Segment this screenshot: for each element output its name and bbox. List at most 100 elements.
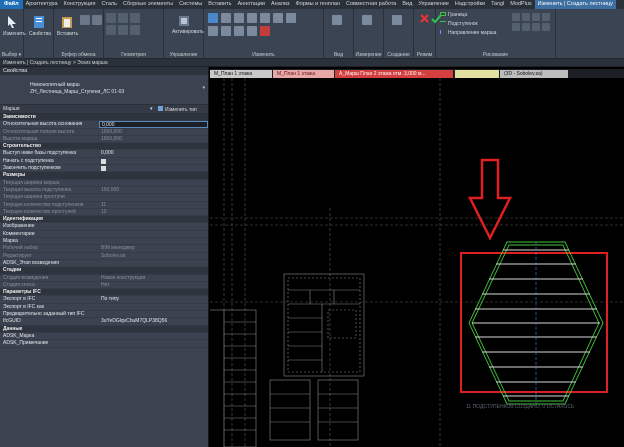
property-row[interactable]: Текущее количество подступенков 11 (0, 202, 208, 209)
trim-icon[interactable] (286, 13, 296, 23)
create-tools[interactable] (392, 15, 402, 27)
property-row[interactable]: IfcGUID 3uYeDGlqvChuM7QLP38Q56 (0, 318, 208, 326)
property-value[interactable]: 0,000 (99, 121, 208, 128)
modify-button[interactable]: Изменить (3, 15, 26, 37)
menu-item-7[interactable]: Аннотации (235, 0, 269, 9)
draw-path[interactable]: Направление марша (440, 29, 496, 38)
menu-item-12[interactable]: Управление (415, 0, 452, 9)
activate-button[interactable]: Активировать (172, 15, 204, 35)
draw-riser[interactable]: Подступенок (440, 20, 496, 29)
menu-item-3[interactable]: Сталь (98, 0, 120, 9)
menu-item-5[interactable]: Системы (176, 0, 205, 9)
clipboard-tools[interactable] (80, 15, 102, 25)
menu-item-1[interactable]: Архитектура (23, 0, 61, 9)
property-category[interactable]: Строительство (0, 143, 208, 151)
property-row[interactable]: ADSK_Марка (0, 333, 208, 341)
cut-geometry-icon[interactable] (118, 13, 128, 23)
property-value[interactable]: 3uYeDGlqvChuM7QLP38Q56 (99, 318, 208, 324)
property-row[interactable]: Текущая высота подступенка 150,000 (0, 187, 208, 195)
property-row[interactable]: Изображение (0, 223, 208, 231)
menu-item-8[interactable]: Анализ (268, 0, 293, 9)
split-face-icon[interactable] (106, 25, 116, 35)
property-category[interactable]: Параметры IFC (0, 289, 208, 297)
mirror-icon[interactable] (234, 13, 244, 23)
property-category[interactable]: Идентификация (0, 216, 208, 224)
view-tab-1[interactable]: М_План 1 этажа (273, 70, 334, 78)
property-value[interactable] (99, 158, 208, 164)
align-icon[interactable] (208, 13, 218, 23)
property-row[interactable]: Рабочий набор BIM менеджер (0, 245, 208, 253)
menu-item-6[interactable]: Вставить (205, 0, 234, 9)
pick-lines-icon[interactable] (532, 23, 540, 31)
filter-dropdown-icon[interactable]: ▾ (150, 106, 153, 112)
property-row[interactable]: Текущее количество проступей 10 (0, 209, 208, 217)
spline-icon[interactable] (522, 23, 530, 31)
property-category[interactable]: Данные (0, 325, 208, 333)
cancel-edit-icon[interactable] (419, 13, 430, 24)
menu-item-15[interactable]: ModPlus (507, 0, 534, 9)
menu-item-16[interactable]: Изменить | Создать лестницу (534, 0, 616, 9)
property-value[interactable] (99, 311, 208, 317)
property-row[interactable]: Редактирует Sobolev.sa (0, 253, 208, 260)
property-value[interactable]: По типу (99, 296, 208, 302)
array-icon[interactable] (221, 26, 231, 36)
view-tab-0[interactable]: М_План 1 этажа (210, 70, 272, 78)
property-row[interactable]: Текущая ширина марша (0, 180, 208, 187)
property-value[interactable] (99, 340, 208, 346)
copy-element-icon[interactable] (260, 13, 270, 23)
pin-icon[interactable] (247, 26, 257, 36)
join-icon[interactable] (130, 13, 140, 23)
drawing-svg[interactable]: 11 ПОДСТУПЕНКОВ СОЗДАНО, 0 ОСТАЛОСЬ (210, 78, 624, 447)
menu-item-14[interactable]: Tangl (488, 0, 507, 9)
property-row[interactable]: Относительная полная высота 1650,000 (0, 129, 208, 136)
property-row[interactable]: Комментарии (0, 231, 208, 239)
property-category[interactable]: Стадии (0, 267, 208, 275)
menu-item-11[interactable]: Вид (399, 0, 415, 9)
checkbox[interactable] (101, 158, 106, 164)
property-value[interactable] (99, 231, 208, 237)
menu-item-13[interactable]: Надстройки (452, 0, 488, 9)
property-row[interactable]: ADSK_Этап возведения (0, 260, 208, 268)
property-category[interactable]: Зависимости (0, 114, 208, 122)
menu-item-2[interactable]: Конструкция (61, 0, 99, 9)
property-category[interactable]: Размеры (0, 172, 208, 180)
property-row[interactable]: Текущая ширина проступи (0, 194, 208, 202)
property-value[interactable] (99, 165, 208, 172)
property-row[interactable]: Начать с подступенка (0, 158, 208, 166)
demolish-icon[interactable] (130, 25, 140, 35)
polygon-icon[interactable] (532, 13, 540, 21)
instance-filter[interactable]: Марши ▾ Изменить тип (0, 105, 208, 114)
delete-icon[interactable] (260, 26, 270, 36)
measure-tools[interactable] (362, 15, 372, 27)
checkbox[interactable] (101, 166, 106, 172)
split-icon[interactable] (208, 26, 218, 36)
menu-item-0[interactable]: Файл (0, 0, 23, 9)
cope-icon[interactable] (106, 13, 116, 23)
select-label[interactable]: Выбор ▾ (0, 52, 23, 58)
menu-item-9[interactable]: Формы и генплан (293, 0, 343, 9)
type-selector[interactable]: Немонолитный марш ZH_Лестница_Марш_Ступе… (0, 75, 208, 105)
property-value[interactable] (99, 333, 208, 339)
circle-icon[interactable] (542, 13, 550, 21)
arc-icon[interactable] (512, 23, 520, 31)
view-tab-2[interactable]: А_Марш План 2 этажа отм. 3,000 м... (335, 70, 453, 78)
property-row[interactable]: Экспорт в IFC По типу (0, 296, 208, 304)
menu-item-4[interactable]: Сборные элементы (120, 0, 176, 9)
property-row[interactable]: Марка (0, 238, 208, 246)
rotate-icon[interactable] (273, 13, 283, 23)
offset-icon[interactable] (221, 13, 231, 23)
hide-icon[interactable] (332, 15, 342, 25)
property-row[interactable]: Выступ ниже базы подступенка 0,000 (0, 150, 208, 158)
property-row[interactable]: Высота марша 1650,000 (0, 136, 208, 144)
ruler-icon[interactable] (362, 15, 372, 25)
copy-icon[interactable] (92, 15, 102, 25)
property-value[interactable]: 0,000 (99, 150, 208, 156)
property-row[interactable]: Стадия возведения Новая конструкция (0, 275, 208, 282)
menu-item-10[interactable]: Совместная работа (343, 0, 399, 9)
view-tab-4[interactable]: (3D - Sobolev.sa) (500, 70, 568, 78)
property-row[interactable]: Стадия сноса Нет (0, 282, 208, 290)
property-row[interactable]: Закончить подступенком (0, 165, 208, 173)
property-value[interactable] (99, 238, 208, 244)
type-dropdown-icon[interactable]: ▾ (202, 85, 205, 91)
fillet-icon[interactable] (542, 23, 550, 31)
